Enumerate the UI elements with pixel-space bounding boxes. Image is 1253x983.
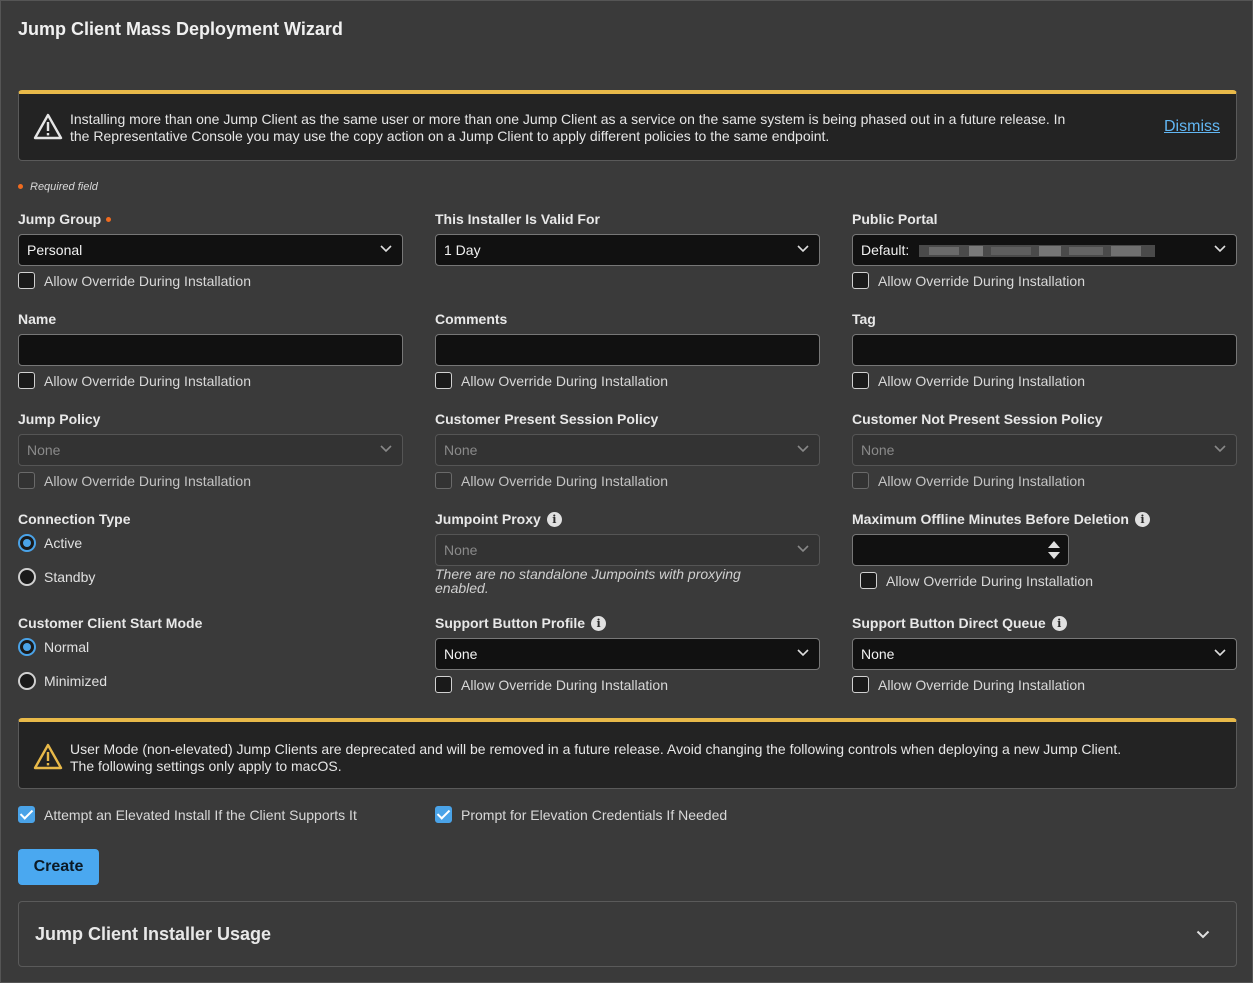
max-offline-number-input[interactable] xyxy=(852,534,1069,566)
jump-group-field: Jump Group Personal Allow Override Durin… xyxy=(18,210,403,290)
connection-type-active-radio[interactable]: Active xyxy=(18,533,403,553)
wizard-panel: Jump Client Mass Deployment Wizard Insta… xyxy=(0,0,1253,983)
jumpoint-proxy-hint-line-2: enabled. xyxy=(435,580,489,596)
public-portal-select[interactable]: Default: xyxy=(852,234,1237,266)
jump-policy-field: Jump Policy None Allow Override During I… xyxy=(18,410,403,490)
max-offline-label: Maximum Offline Minutes Before Deletion xyxy=(852,511,1129,527)
tag-override-checkbox[interactable]: Allow Override During Installation xyxy=(852,372,1237,390)
chevron-down-icon xyxy=(797,245,809,253)
installer-usage-accordion[interactable]: Jump Client Installer Usage xyxy=(18,901,1237,967)
sb-profile-select[interactable]: None xyxy=(435,638,820,670)
start-mode-field: Customer Client Start Mode Normal Minimi… xyxy=(18,614,403,691)
jumpoint-proxy-hint-line-1: There are no standalone Jumpoints with p… xyxy=(435,566,741,582)
present-policy-field: Customer Present Session Policy None All… xyxy=(435,410,820,490)
max-offline-field: Maximum Offline Minutes Before Deletion i… xyxy=(852,510,1237,590)
chevron-down-icon xyxy=(797,445,809,453)
warning-icon xyxy=(33,743,63,770)
user-mode-deprecation-warning: User Mode (non-elevated) Jump Clients ar… xyxy=(18,718,1237,789)
jumpoint-proxy-field: Jumpoint Proxy i None There are no standa… xyxy=(435,510,820,595)
jumpoint-proxy-label: Jumpoint Proxy xyxy=(435,511,541,527)
info-icon[interactable]: i xyxy=(591,615,607,631)
sb-profile-label: Support Button Profile xyxy=(435,615,586,631)
sb-profile-field: Support Button Profile i None Allow Overr… xyxy=(435,614,820,694)
tag-label: Tag xyxy=(852,311,876,327)
required-dot-icon xyxy=(18,183,23,189)
valid-for-label: This Installer Is Valid For xyxy=(435,211,600,227)
redacted-portal-name xyxy=(919,245,1155,257)
deprecation-text-line-1: User Mode (non-elevated) Jump Clients ar… xyxy=(70,741,1122,757)
not-present-policy-select: None xyxy=(852,434,1237,466)
info-icon[interactable]: i xyxy=(1051,615,1067,631)
chevron-down-icon xyxy=(1214,245,1226,253)
required-field-note: Required field xyxy=(18,181,98,193)
jumpoint-proxy-select: None xyxy=(435,534,820,566)
prompt-elevation-credentials-checkbox[interactable]: Prompt for Elevation Credentials If Need… xyxy=(435,806,727,824)
present-policy-override-checkbox: Allow Override During Installation xyxy=(435,472,820,490)
name-override-checkbox[interactable]: Allow Override During Installation xyxy=(18,372,403,390)
dismiss-link[interactable]: Dismiss xyxy=(1164,118,1220,136)
accordion-title: Jump Client Installer Usage xyxy=(35,924,272,944)
warning-icon xyxy=(33,113,63,140)
jump-policy-select: None xyxy=(18,434,403,466)
chevron-down-icon xyxy=(380,445,392,453)
valid-for-select[interactable]: 1 Day xyxy=(435,234,820,266)
warning-text-line-1: Installing more than one Jump Client as … xyxy=(70,111,1066,127)
valid-for-field: This Installer Is Valid For 1 Day xyxy=(435,210,820,266)
connection-type-field: Connection Type Active Standby xyxy=(18,510,403,587)
multi-client-warning: Installing more than one Jump Client as … xyxy=(18,90,1237,161)
public-portal-field: Public Portal Default: Allow Override Du… xyxy=(852,210,1237,290)
connection-type-label: Connection Type xyxy=(18,511,131,527)
jump-policy-override-checkbox: Allow Override During Installation xyxy=(18,472,403,490)
jump-group-override-checkbox[interactable]: Allow Override During Installation xyxy=(18,272,403,290)
name-field: Name Allow Override During Installation xyxy=(18,310,403,390)
attempt-elevated-install-checkbox[interactable]: Attempt an Elevated Install If the Clien… xyxy=(18,806,357,824)
warning-text-line-2: the Representative Console you may use t… xyxy=(70,128,830,144)
info-icon[interactable]: i xyxy=(546,511,562,527)
max-offline-override-checkbox[interactable]: Allow Override During Installation xyxy=(860,572,1237,590)
public-portal-label: Public Portal xyxy=(852,211,938,227)
sb-profile-override-checkbox[interactable]: Allow Override During Installation xyxy=(435,676,820,694)
page-title: Jump Client Mass Deployment Wizard xyxy=(18,19,343,39)
create-button[interactable]: Create xyxy=(18,849,99,885)
start-mode-minimized-radio[interactable]: Minimized xyxy=(18,671,403,691)
name-label: Name xyxy=(18,311,57,327)
public-portal-override-checkbox[interactable]: Allow Override During Installation xyxy=(852,272,1237,290)
start-mode-normal-radio[interactable]: Normal xyxy=(18,637,403,657)
comments-label: Comments xyxy=(435,311,508,327)
chevron-down-icon[interactable] xyxy=(1196,930,1210,939)
tag-field: Tag Allow Override During Installation xyxy=(852,310,1237,390)
sb-queue-select[interactable]: None xyxy=(852,638,1237,670)
jump-group-select[interactable]: Personal xyxy=(18,234,403,266)
tag-input[interactable] xyxy=(852,334,1237,366)
comments-input[interactable] xyxy=(435,334,820,366)
chevron-down-icon xyxy=(797,545,809,553)
jump-policy-label: Jump Policy xyxy=(18,411,101,427)
present-policy-select: None xyxy=(435,434,820,466)
comments-override-checkbox[interactable]: Allow Override During Installation xyxy=(435,372,820,390)
chevron-down-icon xyxy=(380,245,392,253)
connection-type-standby-radio[interactable]: Standby xyxy=(18,567,403,587)
spinner-arrows-icon[interactable] xyxy=(1046,538,1062,562)
not-present-policy-label: Customer Not Present Session Policy xyxy=(852,411,1103,427)
sb-queue-override-checkbox[interactable]: Allow Override During Installation xyxy=(852,676,1237,694)
start-mode-label: Customer Client Start Mode xyxy=(18,615,203,631)
required-dot-icon xyxy=(106,216,112,222)
not-present-policy-field: Customer Not Present Session Policy None… xyxy=(852,410,1237,490)
sb-queue-label: Support Button Direct Queue xyxy=(852,615,1046,631)
jump-group-label: Jump Group xyxy=(18,211,102,227)
deprecation-text-line-2: The following settings only apply to mac… xyxy=(70,758,342,774)
info-icon[interactable]: i xyxy=(1134,511,1150,527)
sb-queue-field: Support Button Direct Queue i None Allow … xyxy=(852,614,1237,694)
chevron-down-icon xyxy=(1214,445,1226,453)
chevron-down-icon xyxy=(1214,649,1226,657)
present-policy-label: Customer Present Session Policy xyxy=(435,411,659,427)
name-input[interactable] xyxy=(18,334,403,366)
not-present-policy-override-checkbox: Allow Override During Installation xyxy=(852,472,1237,490)
comments-field: Comments Allow Override During Installat… xyxy=(435,310,820,390)
chevron-down-icon xyxy=(797,649,809,657)
